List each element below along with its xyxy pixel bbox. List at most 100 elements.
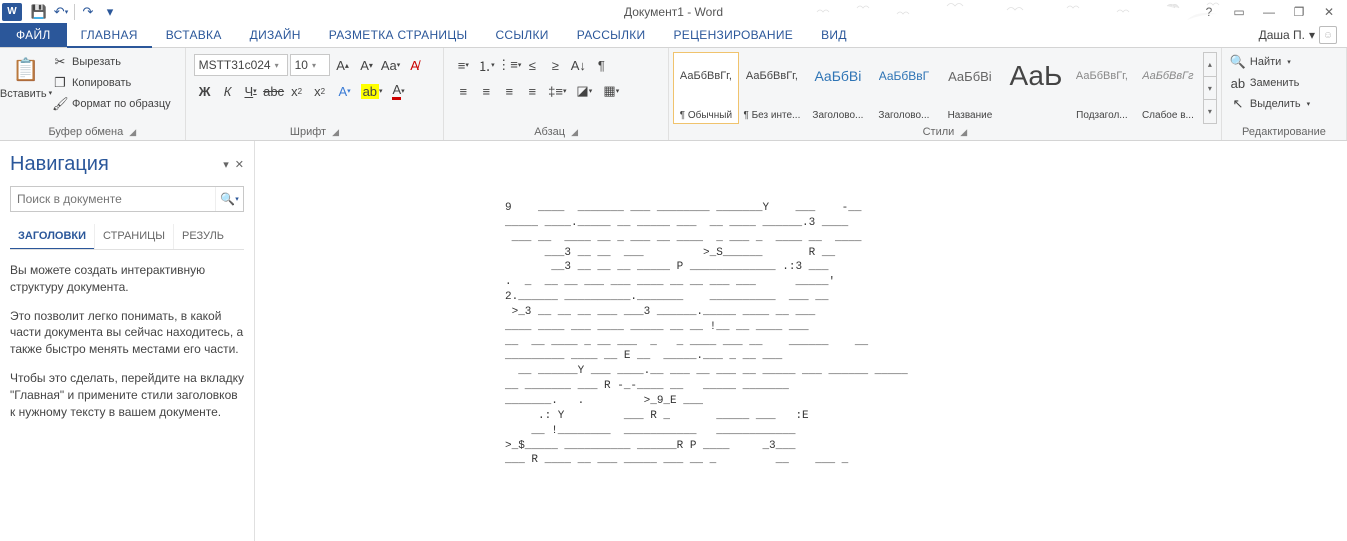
qat-undo[interactable]: ↶▾ [50, 2, 72, 22]
styles-gallery-scroll[interactable]: ▴ ▾ ▾ [1203, 52, 1217, 124]
select-button[interactable]: ↖Выделить▾ [1228, 94, 1312, 114]
nav-tab-results[interactable]: РЕЗУЛЬ [173, 224, 232, 249]
align-left-button[interactable]: ≡ [452, 80, 474, 102]
paragraph-dialog-launcher[interactable]: ◢ [571, 127, 578, 138]
styles-gallery[interactable]: АаБбВвГг,¶ ОбычныйАаБбВвГг,¶ Без инте...… [673, 52, 1201, 124]
font-color-button[interactable]: A▾ [386, 80, 412, 102]
navigation-title: Навигация [10, 153, 109, 176]
justify-button[interactable]: ≡ [521, 80, 543, 102]
shrink-font-button[interactable]: A▾ [356, 54, 378, 76]
nav-tab-pages[interactable]: СТРАНИЦЫ [94, 224, 173, 249]
change-case-button[interactable]: Aa▾ [380, 54, 402, 76]
style-item[interactable]: АаБбВіЗаголово... [805, 52, 871, 124]
gallery-scroll-up[interactable]: ▴ [1204, 53, 1216, 77]
font-size-combo[interactable]: 10▾ [290, 54, 330, 76]
nav-help-text-3: Чтобы это сделать, перейдите на вкладку … [10, 370, 244, 420]
tab-review[interactable]: РЕЦЕНЗИРОВАНИЕ [659, 23, 807, 47]
align-center-button[interactable]: ≡ [475, 80, 497, 102]
nav-pane-menu[interactable]: ▾ [223, 158, 229, 171]
line-spacing-button[interactable]: ‡≡▾ [544, 80, 570, 102]
show-marks-button[interactable]: ¶ [590, 54, 612, 76]
find-button[interactable]: 🔍Найти▾ [1228, 52, 1312, 72]
numbering-button[interactable]: ⒈▾ [475, 54, 497, 76]
account-menu[interactable]: Даша П. ▾ ☺ [1259, 23, 1347, 47]
style-item[interactable]: АаБбВвГЗаголово... [871, 52, 937, 124]
nav-help-text-2: Это позволит легко понимать, в какой час… [10, 308, 244, 358]
tab-file[interactable]: ФАЙЛ [0, 23, 67, 47]
scissors-icon: ✂ [52, 54, 68, 70]
cut-button[interactable]: ✂Вырезать [50, 52, 173, 72]
styles-group-label: Стили [923, 126, 955, 138]
tab-view[interactable]: ВИД [807, 23, 861, 47]
qat-save[interactable]: 💾 [28, 2, 50, 22]
tab-design[interactable]: ДИЗАЙН [236, 23, 315, 47]
italic-button[interactable]: К [217, 80, 239, 102]
sort-button[interactable]: A↓ [567, 54, 589, 76]
subscript-button[interactable]: x2 [286, 80, 308, 102]
tab-page-layout[interactable]: РАЗМЕТКА СТРАНИЦЫ [315, 23, 482, 47]
shading-button[interactable]: ◪▾ [571, 80, 597, 102]
account-name: Даша П. [1259, 28, 1305, 42]
underline-button[interactable]: Ч▾ [240, 80, 262, 102]
nav-pane-close[interactable]: ✕ [235, 158, 244, 171]
nav-tab-headings[interactable]: ЗАГОЛОВКИ [10, 224, 94, 250]
replace-icon: ab [1230, 76, 1246, 91]
tab-insert[interactable]: ВСТАВКА [152, 23, 236, 47]
gallery-expand[interactable]: ▾ [1204, 100, 1216, 123]
font-dialog-launcher[interactable]: ◢ [332, 127, 339, 138]
ribbon-display-options[interactable]: ▭ [1225, 2, 1253, 22]
highlight-button[interactable]: ab▾ [359, 80, 385, 102]
style-item[interactable]: АаБбВвГг,¶ Обычный [673, 52, 739, 124]
font-name-combo[interactable]: MSTT31c024▾ [194, 54, 288, 76]
borders-button[interactable]: ▦▾ [598, 80, 624, 102]
clear-formatting-button[interactable]: A̸ [404, 54, 426, 76]
multilevel-button[interactable]: ⋮≡▾ [498, 54, 520, 76]
minimize-button[interactable]: — [1255, 2, 1283, 22]
tab-mailings[interactable]: РАССЫЛКИ [563, 23, 660, 47]
tab-references[interactable]: ССЫЛКИ [481, 23, 562, 47]
increase-indent-button[interactable]: ≥ [544, 54, 566, 76]
decrease-indent-button[interactable]: ≤ [521, 54, 543, 76]
search-input[interactable] [11, 187, 215, 211]
superscript-button[interactable]: x2 [309, 80, 331, 102]
font-group-label: Шрифт [290, 126, 326, 138]
cursor-icon: ↖ [1230, 96, 1246, 112]
tab-home[interactable]: ГЛАВНАЯ [67, 23, 152, 48]
window-title: Документ1 - Word [624, 5, 723, 19]
navigation-pane: Навигация ▾ ✕ 🔍▾ ЗАГОЛОВКИ СТРАНИЦЫ РЕЗУ… [0, 141, 255, 541]
document-page[interactable]: 9 ____ _______ ___ ________ _______Y ___… [405, 151, 1225, 541]
clipboard-dialog-launcher[interactable]: ◢ [129, 127, 136, 138]
style-item[interactable]: АаБбВвГгСлабое в... [1135, 52, 1201, 124]
close-button[interactable]: ✕ [1315, 2, 1343, 22]
copy-icon: ❐ [52, 75, 68, 91]
brush-icon: 🖌 [52, 96, 68, 112]
restore-button[interactable]: ❐ [1285, 2, 1313, 22]
style-item[interactable]: АаЬ [1003, 52, 1069, 124]
nav-help-text-1: Вы можете создать интерактивную структур… [10, 262, 244, 296]
strikethrough-button[interactable]: abc [263, 80, 285, 102]
replace-button[interactable]: abЗаменить [1228, 73, 1312, 93]
style-item[interactable]: АаБбВвГг,¶ Без инте... [739, 52, 805, 124]
search-button[interactable]: 🔍▾ [215, 187, 243, 211]
qat-redo[interactable]: ↷ [77, 2, 99, 22]
paragraph-group-label: Абзац [534, 126, 565, 138]
copy-button[interactable]: ❐Копировать [50, 73, 173, 93]
editing-group-label: Редактирование [1242, 126, 1326, 138]
gallery-scroll-down[interactable]: ▾ [1204, 77, 1216, 101]
binoculars-icon: 🔍 [1230, 54, 1246, 70]
format-painter-button[interactable]: 🖌Формат по образцу [50, 94, 173, 114]
word-app-icon: W [2, 3, 22, 21]
qat-customize[interactable]: ▾ [99, 2, 121, 22]
bullets-button[interactable]: ≡▾ [452, 54, 474, 76]
bold-button[interactable]: Ж [194, 80, 216, 102]
style-item[interactable]: АаБбВіНазвание [937, 52, 1003, 124]
style-item[interactable]: АаБбВвГг,Подзагол... [1069, 52, 1135, 124]
align-right-button[interactable]: ≡ [498, 80, 520, 102]
avatar-icon: ☺ [1319, 26, 1337, 44]
grow-font-button[interactable]: A▴ [332, 54, 354, 76]
decorative-birds [807, 0, 1227, 23]
paste-button[interactable]: 📋 Вставить▾ [4, 50, 48, 100]
text-effects-button[interactable]: A▾ [332, 80, 358, 102]
document-area[interactable]: 9 ____ _______ ___ ________ _______Y ___… [255, 141, 1347, 541]
styles-dialog-launcher[interactable]: ◢ [960, 127, 967, 138]
